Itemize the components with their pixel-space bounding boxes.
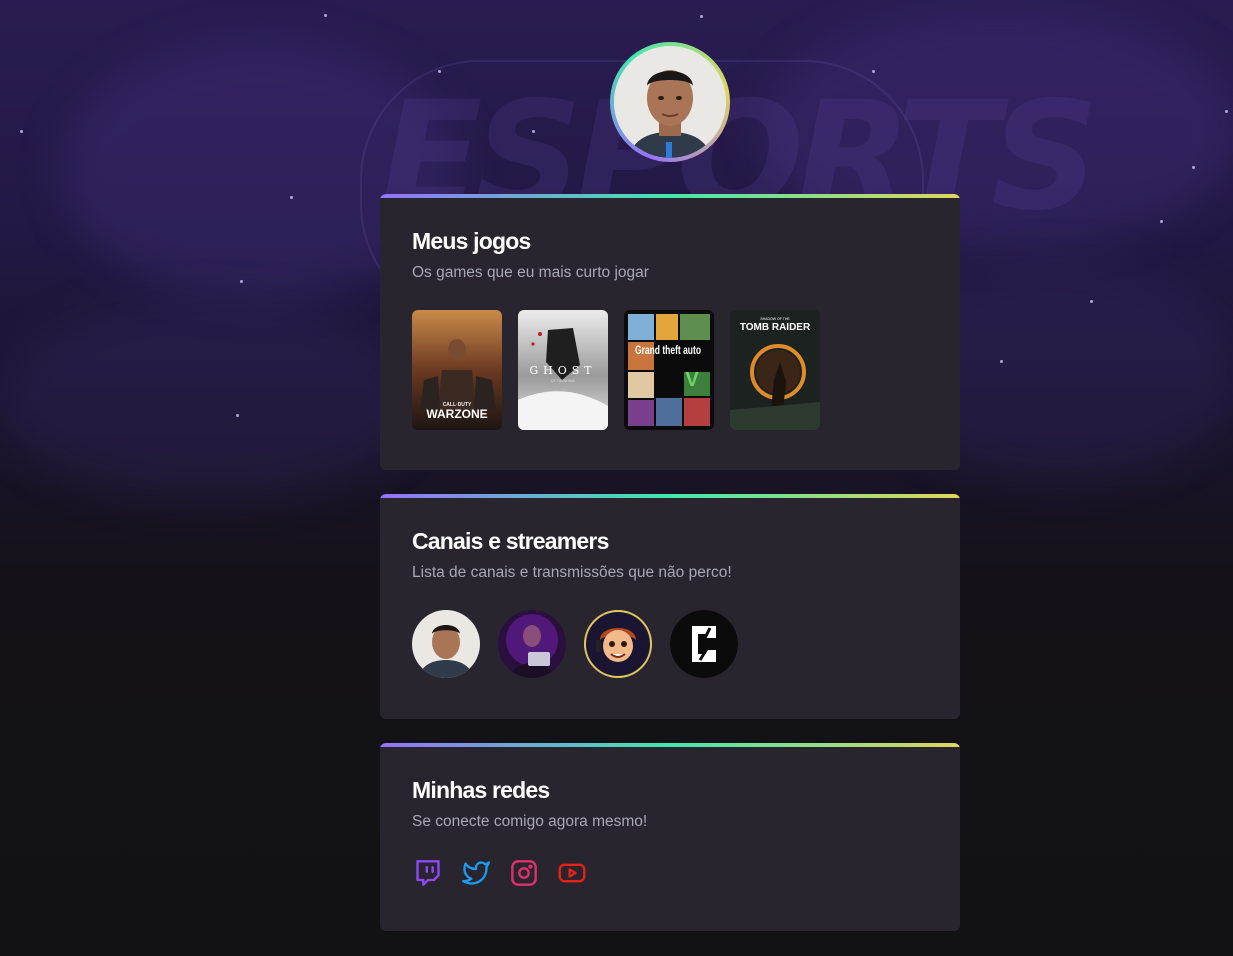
profile-avatar — [614, 46, 726, 158]
ghost-cover-text: GHOST — [529, 364, 596, 377]
channels-card-subtitle: Lista de canais e transmissões que não p… — [412, 564, 732, 581]
youtube-icon[interactable] — [558, 859, 586, 887]
ghost-cover-subtext: OF TSUSHIMA — [551, 379, 576, 383]
channels-list — [412, 610, 738, 678]
channel-avatar[interactable] — [584, 610, 652, 678]
game-cover-tomb-raider[interactable]: SHADOW OF THE TOMB RAIDER — [730, 310, 820, 430]
twitch-icon[interactable] — [414, 859, 442, 887]
instagram-icon[interactable] — [510, 859, 538, 887]
channel-avatar[interactable] — [412, 610, 480, 678]
twitter-icon[interactable] — [462, 859, 490, 887]
games-card: Meus jogos Os games que eu mais curto jo… — [380, 194, 960, 470]
socials-list — [414, 859, 586, 887]
games-list: CALL·DUTY WARZONE GHOST OF TSUSHIMA Gran… — [412, 310, 820, 430]
gta-cover-subtext: V — [685, 369, 699, 391]
gta-cover-text: Grand theft auto — [635, 343, 701, 357]
socials-card-subtitle: Se conecte comigo agora mesmo! — [412, 813, 648, 830]
profile-avatar-ring — [610, 42, 730, 162]
games-card-subtitle: Os games que eu mais curto jogar — [412, 264, 649, 281]
channel-avatar[interactable] — [498, 610, 566, 678]
warzone-cover-text: WARZONE — [426, 407, 487, 421]
game-cover-warzone[interactable]: CALL·DUTY WARZONE — [412, 310, 502, 430]
tomb-raider-cover-subtext: SHADOW OF THE — [760, 317, 790, 321]
socials-card-title: Minhas redes — [412, 777, 550, 803]
games-card-title: Meus jogos — [412, 228, 531, 254]
game-cover-ghost-of-tsushima[interactable]: GHOST OF TSUSHIMA — [518, 310, 608, 430]
tomb-raider-cover-text: TOMB RAIDER — [740, 322, 811, 333]
socials-card: Minhas redes Se conecte comigo agora mes… — [380, 743, 960, 931]
game-cover-gta-v[interactable]: Grand theft auto V — [624, 310, 714, 430]
channel-avatar[interactable] — [670, 610, 738, 678]
channels-card: Canais e streamers Lista de canais e tra… — [380, 494, 960, 719]
channels-card-title: Canais e streamers — [412, 528, 609, 554]
